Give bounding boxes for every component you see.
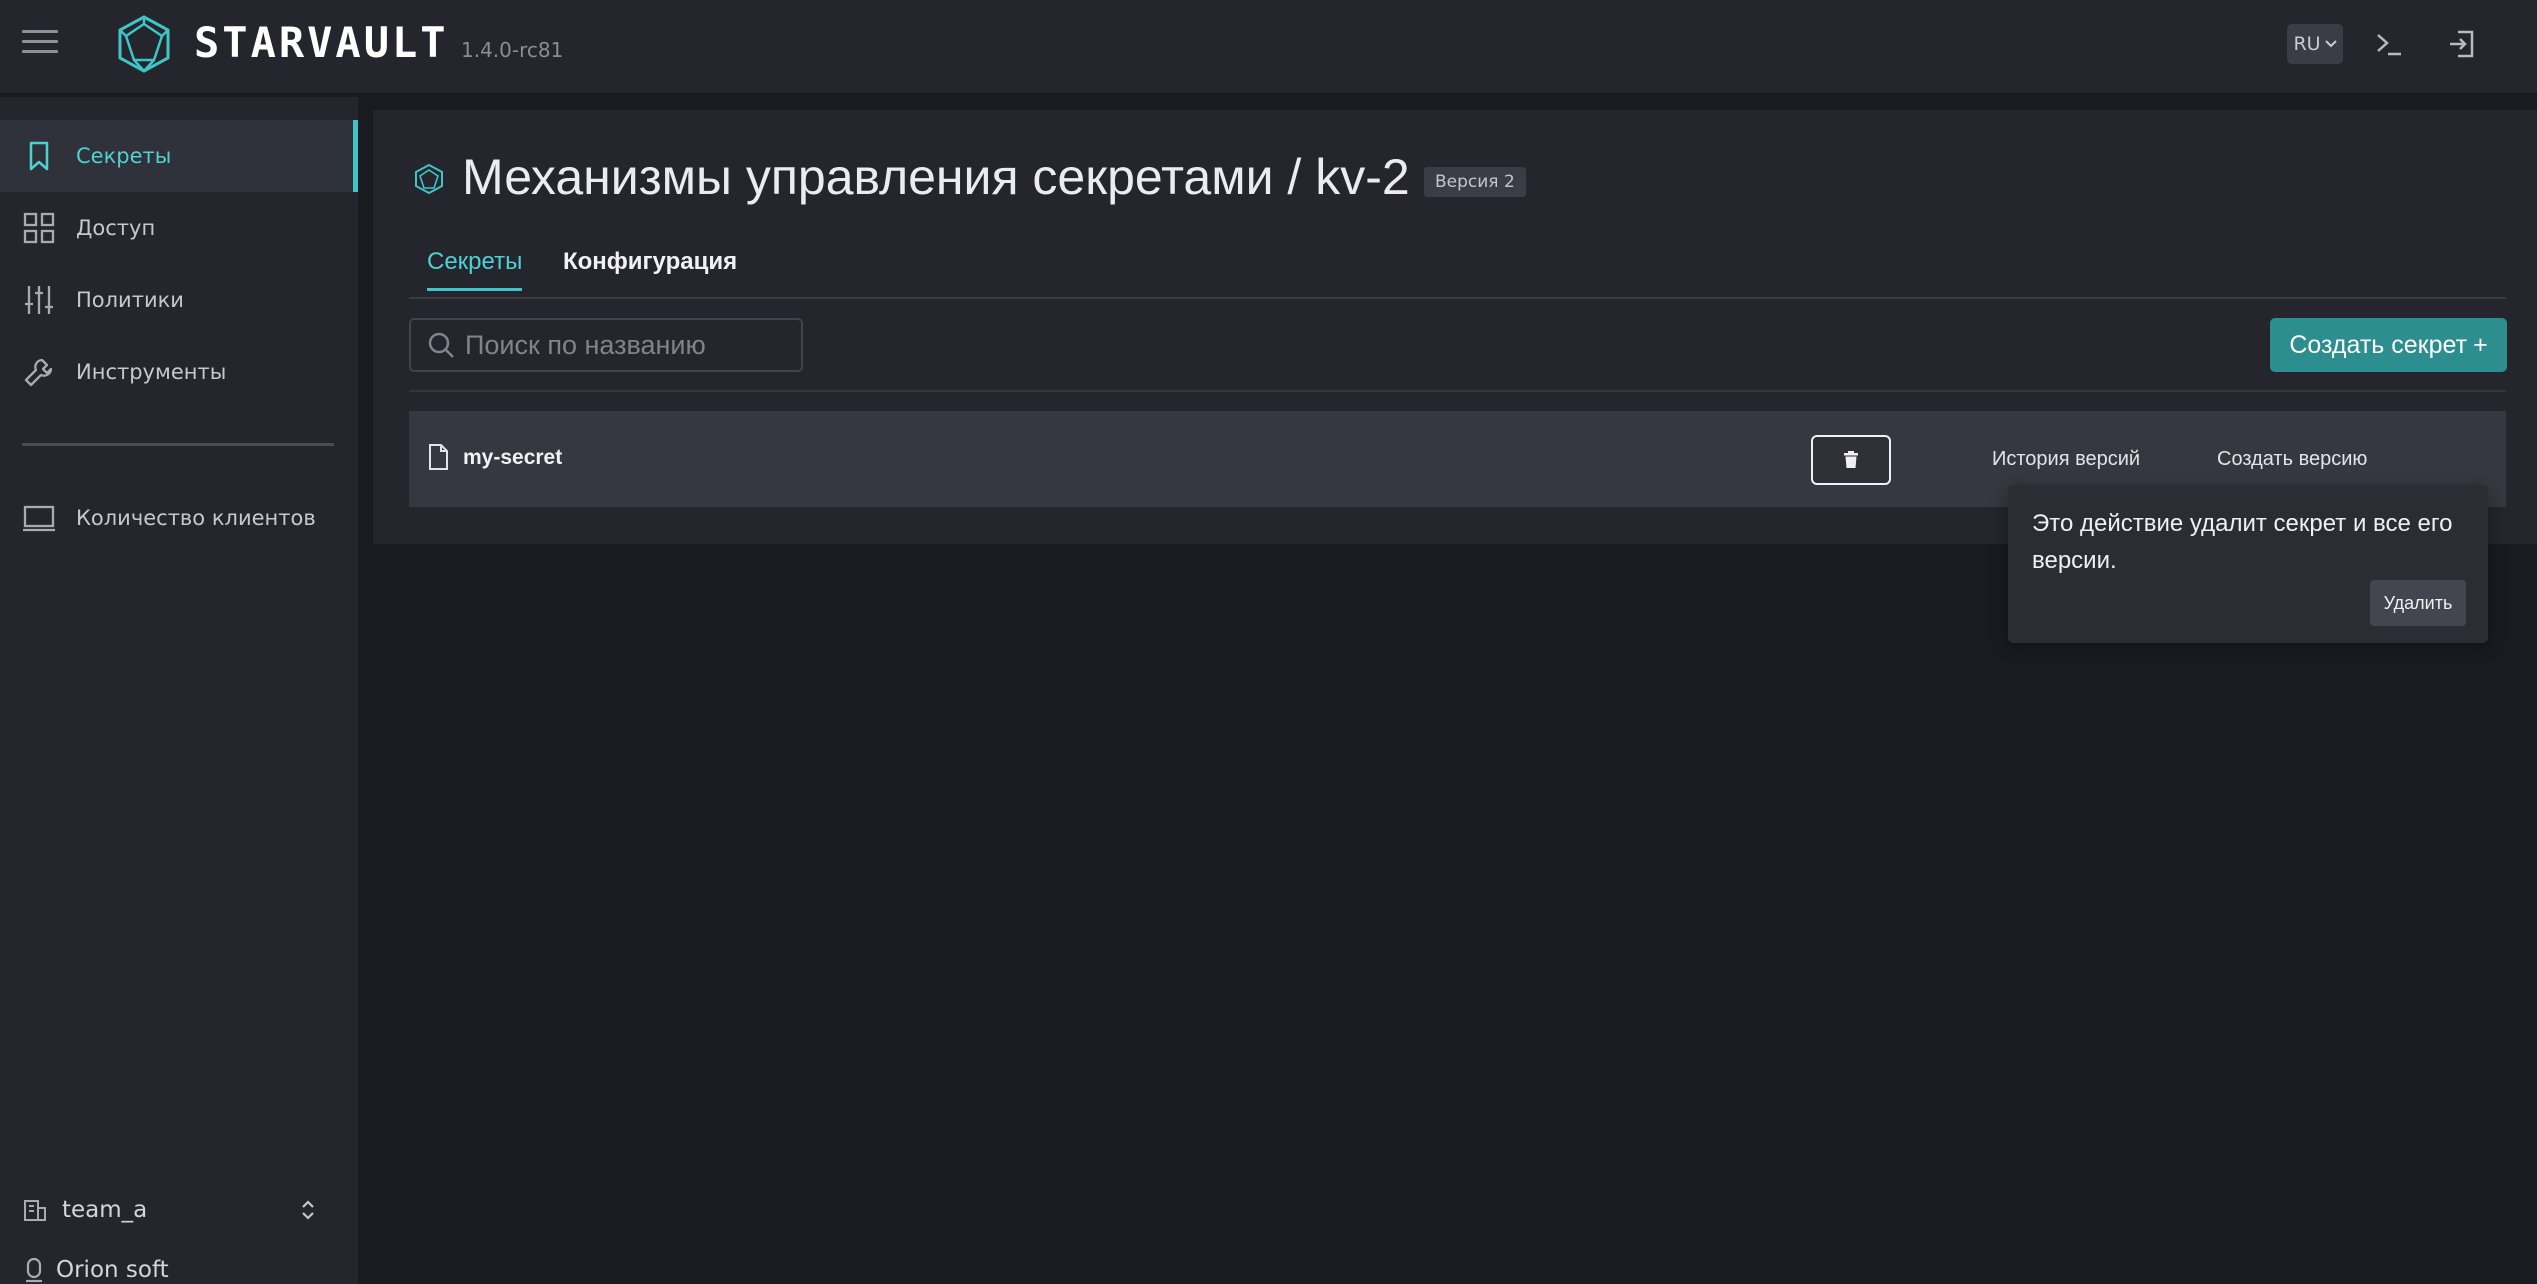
organization-name: Orion soft bbox=[56, 1257, 169, 1283]
trash-icon bbox=[1844, 451, 1858, 468]
wrench-icon bbox=[24, 358, 53, 387]
monitor-icon bbox=[23, 505, 55, 532]
list-divider bbox=[409, 390, 2506, 392]
create-secret-button[interactable]: Создать секрет + bbox=[2270, 318, 2507, 372]
create-secret-label: Создать секрет bbox=[2289, 330, 2468, 359]
language-selector[interactable]: RU bbox=[2287, 24, 2343, 64]
sidebar-item-policies[interactable]: Политики bbox=[0, 264, 358, 336]
organization-icon bbox=[26, 1257, 42, 1283]
search-input[interactable] bbox=[465, 329, 785, 361]
sidebar-item-secrets[interactable]: Секреты bbox=[0, 120, 358, 192]
sidebar-item-label: Инструменты bbox=[76, 360, 227, 384]
chevron-up-down-icon bbox=[302, 1200, 314, 1220]
delete-secret-button[interactable] bbox=[1811, 435, 1891, 485]
top-header: STARVAULT 1.4.0-rc81 RU bbox=[0, 0, 2537, 95]
sidebar-divider bbox=[22, 443, 334, 446]
bookmark-icon bbox=[29, 141, 49, 171]
page-title: Механизмы управления секретами / kv-2 bbox=[462, 149, 1410, 205]
logo-icon bbox=[118, 15, 170, 73]
language-label: RU bbox=[2293, 33, 2321, 55]
version-history-link[interactable]: История версий bbox=[1992, 448, 2140, 471]
version-badge: Версия 2 bbox=[1424, 167, 1526, 197]
sidebar-item-access[interactable]: Доступ bbox=[0, 192, 358, 264]
team-name: team_a bbox=[62, 1197, 148, 1223]
sidebar-item-label: Количество клиентов bbox=[76, 506, 316, 530]
sidebar-item-client-count[interactable]: Количество клиентов bbox=[0, 482, 358, 554]
tab-configuration[interactable]: Конфигурация bbox=[563, 248, 737, 288]
sidebar-item-label: Доступ bbox=[76, 216, 156, 240]
create-version-link[interactable]: Создать версию bbox=[2217, 448, 2367, 471]
sidebar-item-label: Политики bbox=[76, 288, 184, 312]
chevron-down-icon bbox=[2324, 40, 2337, 48]
secrets-engine-icon bbox=[415, 163, 443, 195]
sliders-icon bbox=[25, 286, 53, 314]
grid-icon bbox=[23, 212, 55, 244]
logout-icon[interactable] bbox=[2446, 28, 2478, 60]
sidebar-item-tools[interactable]: Инструменты bbox=[0, 336, 358, 408]
delete-confirm-popover: Это действие удалит секрет и все его вер… bbox=[2008, 485, 2488, 643]
hamburger-menu-icon[interactable] bbox=[22, 30, 58, 56]
search-icon bbox=[428, 332, 454, 358]
confirm-delete-button[interactable]: Удалить bbox=[2370, 580, 2466, 626]
tabs-divider bbox=[409, 297, 2506, 299]
sidebar: Секреты Доступ Политики Инструменты Коли… bbox=[0, 97, 358, 1284]
app-name: STARVAULT bbox=[194, 18, 449, 67]
plus-icon: + bbox=[2473, 330, 2488, 359]
team-selector[interactable]: team_a bbox=[22, 1190, 322, 1230]
search-box bbox=[409, 318, 803, 372]
sidebar-item-label: Секреты bbox=[76, 144, 172, 168]
popover-message: Это действие удалит секрет и все его вер… bbox=[2032, 510, 2453, 574]
building-icon bbox=[24, 1200, 46, 1221]
tab-secrets[interactable]: Секреты bbox=[427, 248, 523, 291]
secret-name[interactable]: my-secret bbox=[463, 446, 562, 470]
app-version: 1.4.0-rc81 bbox=[461, 38, 564, 62]
terminal-icon[interactable] bbox=[2373, 28, 2405, 60]
file-icon bbox=[429, 444, 448, 470]
organization: Orion soft bbox=[22, 1250, 322, 1284]
